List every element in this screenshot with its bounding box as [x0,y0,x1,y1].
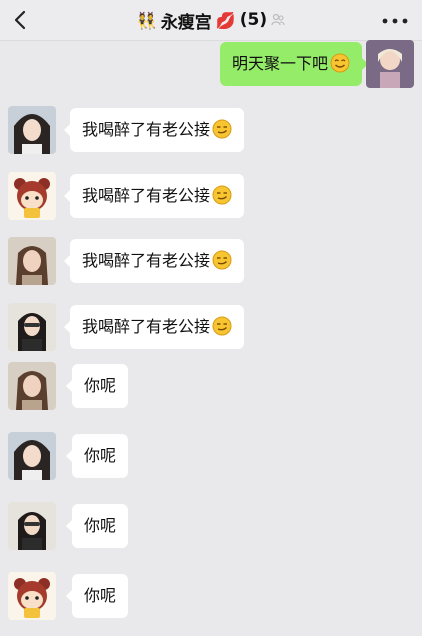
message-bubble[interactable]: 你呢 [65,574,129,618]
member-count: (5) [239,10,268,30]
chat-header: 👯 永瘦宫 💋 (5) [0,0,422,41]
more-options-icon[interactable] [382,18,408,24]
message-bubble[interactable]: 你呢 [65,504,129,548]
message-row-outgoing: 明天聚一下吧 [0,40,422,92]
avatar-cartoon-bear[interactable] [8,572,56,620]
message-bubble[interactable]: 我喝醉了有老公接 [63,305,245,349]
avatar-girl-1[interactable] [8,106,56,154]
message-bubble[interactable]: 明天聚一下吧 [219,42,369,86]
group-name: 永瘦宫 [160,12,212,33]
message-text: 你呢 [84,376,117,395]
message-text: 我喝醉了有老公接 [82,120,211,139]
avatar-girl-1[interactable] [8,432,56,480]
message-bubble[interactable]: 我喝醉了有老公接 [63,174,245,218]
message-text: 我喝醉了有老公接 [82,317,211,336]
smirk-icon [212,250,232,270]
chat-title[interactable]: 👯 永瘦宫 💋 (5) [0,0,422,40]
message-text: 你呢 [84,516,117,535]
avatar-girl-2[interactable] [8,362,56,410]
smirk-icon [212,316,232,336]
lips-emoji-icon: 💋 [215,10,236,30]
avatar-me[interactable] [366,40,414,88]
smirk-icon [212,119,232,139]
members-icon [271,13,285,26]
message-text: 你呢 [84,446,117,465]
message-row-incoming: 我喝醉了有老公接 [0,106,422,156]
message-bubble[interactable]: 我喝醉了有老公接 [63,239,245,283]
smirk-icon [212,185,232,205]
avatar-girl-3[interactable] [8,502,56,550]
dancers-emoji-icon: 👯 [136,10,157,30]
message-row-incoming: 你呢 [0,502,422,552]
message-row-incoming: 你呢 [0,572,422,622]
message-bubble[interactable]: 你呢 [65,364,129,408]
message-row-incoming: 我喝醉了有老公接 [0,237,422,287]
message-row-incoming: 我喝醉了有老公接 [0,303,422,353]
avatar-cartoon-bear[interactable] [8,172,56,220]
message-bubble[interactable]: 你呢 [65,434,129,478]
message-row-incoming: 你呢 [0,432,422,482]
message-text: 我喝醉了有老公接 [82,251,211,270]
message-text: 你呢 [84,586,117,605]
avatar-girl-2[interactable] [8,237,56,285]
message-row-incoming: 我喝醉了有老公接 [0,172,422,222]
message-text: 明天聚一下吧 [231,54,328,73]
message-text: 我喝醉了有老公接 [82,186,211,205]
avatar-girl-3[interactable] [8,303,56,351]
message-row-incoming: 你呢 [0,362,422,412]
smile-icon [330,53,350,73]
message-bubble[interactable]: 我喝醉了有老公接 [63,108,245,152]
